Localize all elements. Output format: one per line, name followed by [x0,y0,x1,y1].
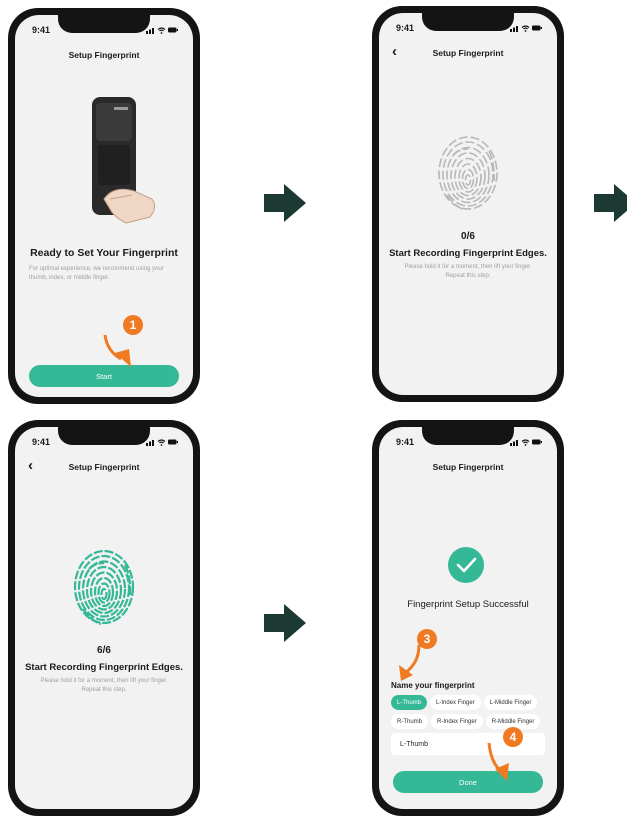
done-button[interactable]: Done [393,771,543,793]
notch [422,427,514,445]
status-time: 9:41 [32,25,51,35]
phone-screen-success: 9:41 Setup Fingerprint Fingerprint Setup… [372,420,564,816]
status-time: 9:41 [32,437,51,447]
status-time: 9:41 [396,437,415,447]
status-icons [510,24,542,32]
recording-description: Please hold it for a moment, then lift y… [40,678,168,693]
recording-heading: Start Recording Fingerprint Edges. [389,248,547,259]
fingerprint-icon [435,133,501,213]
flow-arrow-icon [594,184,627,222]
page-title: Setup Fingerprint [68,462,140,472]
finger-chip-group: L-Thumb L-Index Finger L-Middle Finger R… [391,695,551,729]
page-title: Setup Fingerprint [68,50,140,60]
chip-l-index-finger[interactable]: L-Index Finger [430,695,481,710]
progress-count: 6/6 [97,645,111,656]
step-marker-1: 1 [123,315,143,335]
status-time: 9:41 [396,23,415,33]
notch [58,427,150,445]
pointer-arrow-icon [399,644,421,681]
notch [58,15,150,33]
svg-text:1: 1 [130,318,137,332]
screen: 9:41 ‹ Setup Fingerprint 0/6 Start Recor… [379,13,557,395]
phone-screen-ready: 9:41 Setup Fingerprint Ready to Set Your… [8,8,200,404]
fingerprint-icon [71,547,137,627]
notch [422,13,514,31]
page-title: Setup Fingerprint [432,48,504,58]
flow-arrow-icon [264,184,306,222]
progress-count: 0/6 [461,231,475,242]
page-title: Setup Fingerprint [432,462,504,472]
screen: 9:41 ‹ Setup Fingerprint 6/6 Start Recor… [15,427,193,809]
status-icons [510,438,542,446]
status-icons [146,438,178,446]
chip-r-index-finger[interactable]: R-Index Finger [431,714,483,729]
door-lock-illustration-icon [92,97,156,224]
status-icons [146,26,178,34]
success-heading: Fingerprint Setup Successful [407,599,529,610]
checkmark-icon [456,557,477,573]
ready-description: For optimal experience, we recommend usi… [29,266,164,281]
chip-l-middle-finger[interactable]: L-Middle Finger [483,695,538,710]
pointer-arrow-icon [103,334,131,367]
phone-screen-recording-complete: 9:41 ‹ Setup Fingerprint 6/6 Start Recor… [8,420,200,816]
chip-l-thumb[interactable]: L-Thumb [391,695,428,710]
pointer-arrow-icon [487,742,509,781]
recording-description: Please hold it for a moment, then lift y… [404,264,532,279]
phone-screen-recording-start: 9:41 ‹ Setup Fingerprint 0/6 Start Recor… [372,6,564,402]
chip-r-thumb[interactable]: R-Thumb [391,714,429,729]
recording-heading: Start Recording Fingerprint Edges. [25,662,183,673]
ready-heading: Ready to Set Your Fingerprint [30,247,178,259]
success-check-circle [448,547,484,583]
flow-arrow-icon [264,604,306,642]
screen: 9:41 Setup Fingerprint Ready to Set Your… [15,15,193,397]
screen: 9:41 Setup Fingerprint Fingerprint Setup… [379,427,557,809]
